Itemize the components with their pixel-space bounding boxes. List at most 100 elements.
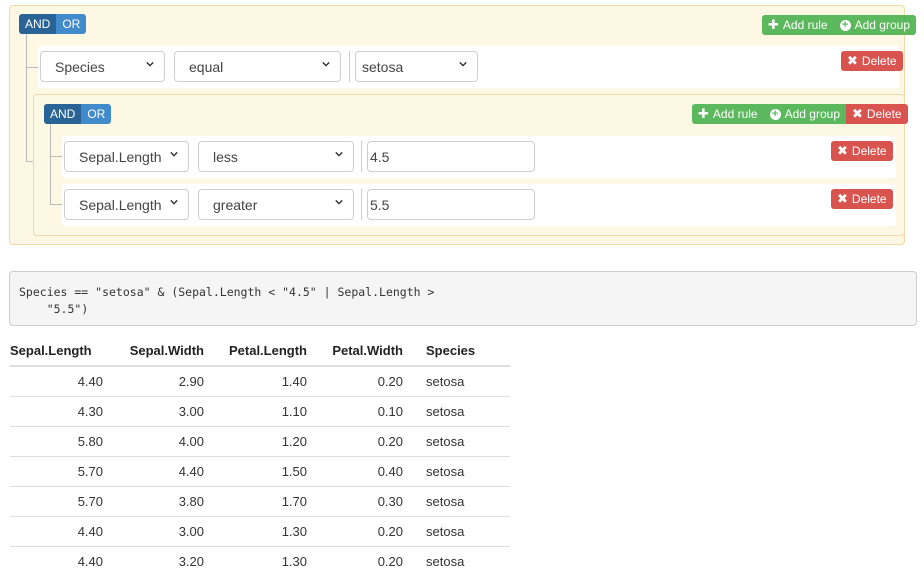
- delete-rule-button[interactable]: ✖ Delete: [841, 51, 903, 71]
- results-table: Sepal.Length Sepal.Width Petal.Length Pe…: [10, 335, 510, 576]
- table-cell: setosa: [403, 396, 510, 427]
- table-cell: 0.20: [307, 426, 403, 457]
- table-cell: 5.70: [10, 456, 103, 487]
- table-cell: 1.30: [204, 546, 307, 576]
- table-row: 4.30 3.00 1.10 0.10 setosa: [10, 396, 510, 427]
- chevron-down-icon: [335, 151, 343, 157]
- table-cell: setosa: [403, 426, 510, 457]
- condition-or-button[interactable]: OR: [56, 14, 87, 34]
- add-group-button[interactable]: + Add group: [763, 104, 846, 124]
- delete-label: Delete: [866, 107, 902, 121]
- table-cell: 1.40: [204, 365, 307, 397]
- add-group-label: Add group: [854, 18, 910, 32]
- delete-rule-button[interactable]: ✖ Delete: [831, 189, 893, 209]
- value-input-text: 4.5: [370, 148, 390, 165]
- column-header[interactable]: Petal.Width: [307, 335, 403, 367]
- field-select[interactable]: Species: [40, 51, 165, 82]
- table-cell: 0.20: [307, 365, 403, 397]
- condition-and-button[interactable]: AND: [19, 14, 57, 34]
- value-input[interactable]: 5.5: [367, 189, 535, 220]
- field-select[interactable]: Sepal.Length: [64, 141, 189, 172]
- table-header-row: Sepal.Length Sepal.Width Petal.Length Pe…: [10, 335, 510, 367]
- field-select-value: Species: [55, 58, 105, 75]
- table-cell: 3.80: [103, 486, 204, 517]
- table-row: 5.70 3.80 1.70 0.30 setosa: [10, 486, 510, 517]
- tree-connector: [50, 204, 62, 205]
- close-icon: ✖: [837, 191, 848, 206]
- add-rule-button[interactable]: ✚ Add rule: [762, 15, 834, 35]
- table-cell: 1.30: [204, 516, 307, 547]
- field-select-value: Sepal.Length: [79, 196, 162, 213]
- value-input-text: 5.5: [370, 196, 390, 213]
- close-icon: ✖: [837, 143, 848, 158]
- inner-condition-toggle: AND OR: [44, 104, 112, 124]
- table-cell: 5.70: [10, 486, 103, 517]
- table-row: 5.80 4.00 1.20 0.20 setosa: [10, 426, 510, 457]
- tree-connector: [50, 124, 51, 204]
- table-cell: setosa: [403, 365, 510, 397]
- column-header[interactable]: Species: [403, 335, 510, 367]
- chevron-down-icon: [146, 61, 154, 67]
- table-cell: 4.40: [103, 456, 204, 487]
- table-cell: 4.40: [10, 546, 103, 576]
- condition-or-button[interactable]: OR: [81, 104, 112, 124]
- add-rule-label: Add rule: [782, 18, 828, 32]
- divider: [361, 141, 362, 172]
- table-cell: 4.40: [10, 365, 103, 397]
- table-cell: 0.40: [307, 456, 403, 487]
- operator-select-value: greater: [213, 196, 258, 213]
- outer-condition-toggle: AND OR: [19, 14, 87, 34]
- tree-connector: [50, 156, 62, 157]
- value-select[interactable]: setosa: [355, 51, 478, 82]
- close-icon: ✖: [852, 106, 863, 121]
- divider: [349, 51, 350, 82]
- table-row: 4.40 3.20 1.30 0.20 setosa: [10, 546, 510, 576]
- plus-icon: ✚: [698, 106, 709, 121]
- chevron-down-icon: [170, 199, 178, 205]
- table-cell: setosa: [403, 516, 510, 547]
- tree-connector: [26, 68, 27, 161]
- table-row: 5.70 4.40 1.50 0.40 setosa: [10, 456, 510, 487]
- delete-label: Delete: [851, 144, 887, 158]
- table-cell: 3.00: [103, 396, 204, 427]
- add-group-button[interactable]: + Add group: [833, 15, 916, 35]
- chevron-down-icon: [459, 61, 467, 67]
- delete-label: Delete: [851, 192, 887, 206]
- add-rule-label: Add rule: [712, 107, 758, 121]
- condition-and-button[interactable]: AND: [44, 104, 82, 124]
- outer-group-actions: ✚ Add rule + Add group: [762, 15, 916, 35]
- table-cell: 3.20: [103, 546, 204, 576]
- operator-select-value: equal: [189, 58, 224, 75]
- table-cell: 3.00: [103, 516, 204, 547]
- chevron-down-icon: [335, 199, 343, 205]
- column-header[interactable]: Sepal.Width: [103, 335, 204, 367]
- table-cell: 4.40: [10, 516, 103, 547]
- tree-connector: [26, 67, 38, 68]
- delete-label: Delete: [861, 54, 897, 68]
- chevron-down-icon: [322, 61, 330, 67]
- table-row: 4.40 2.90 1.40 0.20 setosa: [10, 365, 510, 397]
- table-cell: 1.10: [204, 396, 307, 427]
- add-rule-button[interactable]: ✚ Add rule: [692, 104, 764, 124]
- field-select[interactable]: Sepal.Length: [64, 189, 189, 220]
- operator-select[interactable]: less: [198, 141, 354, 172]
- table-cell: setosa: [403, 546, 510, 576]
- operator-select[interactable]: greater: [198, 189, 354, 220]
- value-select-value: setosa: [362, 58, 404, 75]
- operator-select-value: less: [213, 148, 238, 165]
- table-cell: 2.90: [103, 365, 204, 397]
- value-input[interactable]: 4.5: [367, 141, 535, 172]
- operator-select[interactable]: equal: [174, 51, 341, 82]
- delete-rule-button[interactable]: ✖ Delete: [831, 141, 893, 161]
- inner-group-actions: ✚ Add rule + Add group ✖ Delete: [692, 104, 908, 124]
- divider: [361, 189, 362, 220]
- table-cell: 0.10: [307, 396, 403, 427]
- plus-icon: ✚: [768, 17, 779, 32]
- column-header[interactable]: Sepal.Length: [10, 335, 103, 367]
- delete-group-button[interactable]: ✖ Delete: [846, 104, 908, 124]
- table-cell: 0.20: [307, 516, 403, 547]
- close-icon: ✖: [847, 53, 858, 68]
- column-header[interactable]: Petal.Length: [204, 335, 307, 367]
- table-cell: 0.30: [307, 486, 403, 517]
- add-group-label: Add group: [784, 107, 840, 121]
